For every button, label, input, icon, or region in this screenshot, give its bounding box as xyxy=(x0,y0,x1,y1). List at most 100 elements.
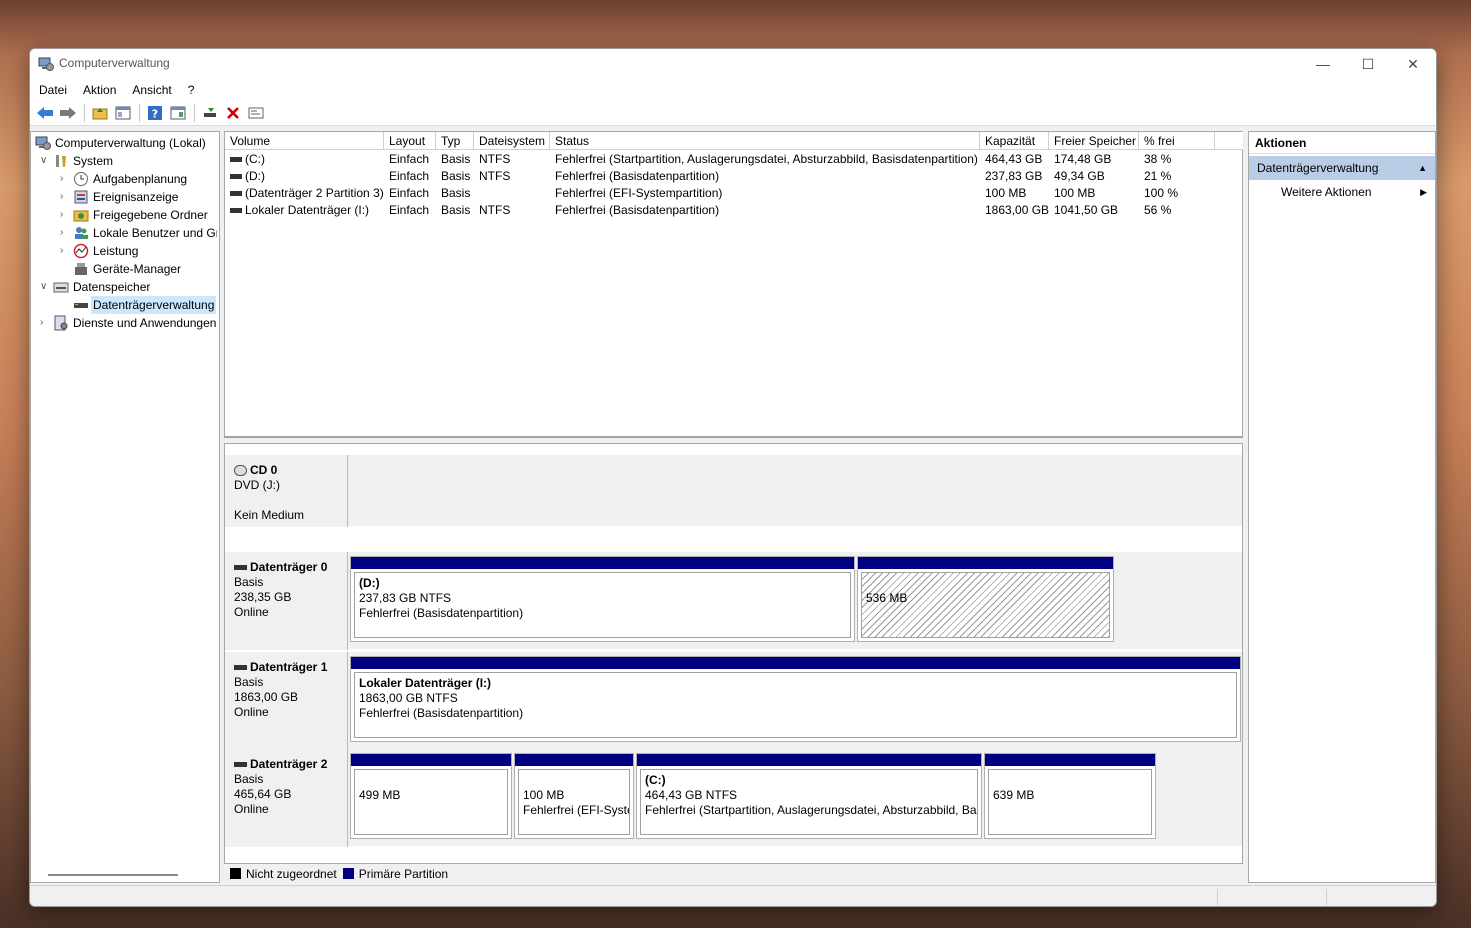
delete-icon[interactable] xyxy=(222,103,244,123)
volume-row-0-cell-5[interactable]: 464,43 GB xyxy=(985,151,1049,168)
volume-row-3-cell-0[interactable]: Lokaler Datenträger (I:) xyxy=(245,202,384,219)
column-header-5[interactable]: Kapazität xyxy=(980,132,1049,150)
volume-row-1-cell-2[interactable]: Basis xyxy=(441,168,474,185)
legend-unallocated-label: Nicht zugeordnet xyxy=(246,866,337,881)
volume-row-3-cell-5[interactable]: 1863,00 GB xyxy=(985,202,1049,219)
partition-3-1[interactable]: 100 MBFehlerfrei (EFI-Systempartition) xyxy=(514,753,634,839)
disk-label-3[interactable]: Datenträger 2 Basis 465,64 GB Online xyxy=(225,749,348,847)
tree-twisty-chevron-down-icon[interactable]: ∨ xyxy=(40,153,50,169)
partition-3-0[interactable]: 499 MB xyxy=(350,753,512,839)
volume-row-0-cell-0[interactable]: (C:) xyxy=(245,151,384,168)
column-header-1[interactable]: Layout xyxy=(384,132,436,150)
collapse-up-icon[interactable]: ▲ xyxy=(1418,156,1427,180)
tree-item-aufgabenplanung[interactable]: Aufgabenplanung xyxy=(91,170,189,188)
volume-row-3-cell-2[interactable]: Basis xyxy=(441,202,474,219)
partition-1-1[interactable]: 536 MB xyxy=(857,556,1114,642)
volume-row-0-cell-4[interactable]: Fehlerfrei (Startpartition, Auslagerungs… xyxy=(555,151,980,168)
tree-twisty-chevron-right-icon[interactable]: › xyxy=(60,207,70,223)
disk-graphical-view: CD 0 DVD (J:) Kein Medium Datenträger 0 Basi… xyxy=(224,443,1243,883)
volume-row-3-cell-4[interactable]: Fehlerfrei (Basisdatenpartition) xyxy=(555,202,980,219)
volume-row-2-cell-7[interactable]: 100 % xyxy=(1144,185,1215,202)
column-header-filler xyxy=(1215,132,1243,150)
tree-item-datenträgerverwaltung[interactable]: Datenträgerverwaltung xyxy=(91,296,217,314)
tree-item-ereignisanzeige[interactable]: Ereignisanzeige xyxy=(91,188,180,206)
partition-1-0[interactable]: (D:) 237,83 GB NTFS Fehlerfrei (Basisdaten… xyxy=(350,556,855,642)
tree-twisty-chevron-right-icon[interactable]: › xyxy=(60,243,70,259)
volume-row-1-cell-1[interactable]: Einfach xyxy=(389,168,436,185)
volume-row-2-cell-5[interactable]: 100 MB xyxy=(985,185,1049,202)
tree-item-freigegebene-ordner[interactable]: Freigegebene Ordner xyxy=(91,206,210,224)
menu-datei[interactable]: Datei xyxy=(39,83,67,97)
volume-row-0-cell-7[interactable]: 38 % xyxy=(1144,151,1215,168)
title-bar[interactable]: Computerverwaltung — ☐ ✕ xyxy=(30,49,1436,79)
tree-item-dienste-und-anwendungen[interactable]: Dienste und Anwendungen xyxy=(71,314,217,332)
partition-3-2[interactable]: (C:) 464,43 GB NTFS Fehlerfrei (Startparti… xyxy=(636,753,982,839)
menu-ansicht[interactable]: Ansicht xyxy=(132,83,171,97)
volume-row-0-cell-6[interactable]: 174,48 GB xyxy=(1054,151,1139,168)
volume-row-2-cell-0[interactable]: (Datenträger 2 Partition 3) xyxy=(245,185,384,202)
volume-row-3-cell-6[interactable]: 1041,50 GB xyxy=(1054,202,1139,219)
partition-size: 464,43 GB NTFS xyxy=(645,788,738,802)
column-header-0[interactable]: Volume xyxy=(225,132,384,150)
disk-label-1[interactable]: Datenträger 0 Basis 238,35 GB Online xyxy=(225,552,348,650)
menu-aktion[interactable]: Aktion xyxy=(83,83,116,97)
volume-row-3-cell-3[interactable]: NTFS xyxy=(479,202,550,219)
partition-status: Fehlerfrei (EFI-Systempartition) xyxy=(523,803,630,817)
column-header-3[interactable]: Dateisystem xyxy=(474,132,550,150)
volume-row-2-cell-1[interactable]: Einfach xyxy=(389,185,436,202)
volume-row-2-cell-2[interactable]: Basis xyxy=(441,185,474,202)
tree-twisty-chevron-down-icon[interactable]: ∨ xyxy=(40,279,50,295)
volume-row-1-cell-7[interactable]: 21 % xyxy=(1144,168,1215,185)
volume-row-0-cell-1[interactable]: Einfach xyxy=(389,151,436,168)
minimize-button[interactable]: — xyxy=(1300,49,1346,79)
tree-item-lokale-benutzer-und-gru[interactable]: Lokale Benutzer und Gru xyxy=(91,224,217,242)
tree-twisty-chevron-right-icon[interactable]: › xyxy=(60,171,70,187)
tree-item-geräte-manager[interactable]: Geräte-Manager xyxy=(91,260,183,278)
column-header-7[interactable]: % frei xyxy=(1139,132,1215,150)
volume-row-2-cell-4[interactable]: Fehlerfrei (EFI-Systempartition) xyxy=(555,185,980,202)
tree-item-system[interactable]: System xyxy=(71,152,115,170)
close-button[interactable]: ✕ xyxy=(1390,49,1436,79)
actions-pane: Aktionen Datenträgerverwaltung ▲ Weitere… xyxy=(1248,131,1436,883)
tree-item-datenspeicher[interactable]: Datenspeicher xyxy=(71,278,152,296)
back-arrow-icon[interactable] xyxy=(34,103,56,123)
volume-row-1-cell-4[interactable]: Fehlerfrei (Basisdatenpartition) xyxy=(555,168,980,185)
properties-icon[interactable] xyxy=(245,103,267,123)
partition-body: 499 MB xyxy=(354,769,508,835)
column-header-6[interactable]: Freier Speicher xyxy=(1049,132,1139,150)
volume-row-2-cell-3[interactable] xyxy=(479,185,550,202)
tree-twisty-chevron-right-icon[interactable]: › xyxy=(60,225,70,241)
tree-item-leistung[interactable]: Leistung xyxy=(91,242,140,260)
volume-row-3-cell-1[interactable]: Einfach xyxy=(389,202,436,219)
tree-twisty-chevron-right-icon[interactable]: › xyxy=(40,315,50,331)
volume-row-3-cell-7[interactable]: 56 % xyxy=(1144,202,1215,219)
partition-2-0[interactable]: Lokaler Datenträger (I:) 1863,00 GB NTFS F… xyxy=(350,656,1241,742)
show-hide-tree-icon[interactable] xyxy=(112,103,134,123)
tree-scrollbar[interactable] xyxy=(48,874,178,876)
actions-section-disk-management[interactable]: Datenträgerverwaltung ▲ xyxy=(1249,156,1435,180)
volume-row-1-cell-0[interactable]: (D:) xyxy=(245,168,384,185)
more-actions-item[interactable]: Weitere Aktionen ▶ xyxy=(1249,182,1435,202)
volume-row-1-cell-5[interactable]: 237,83 GB xyxy=(985,168,1049,185)
folder-up-icon[interactable] xyxy=(89,103,111,123)
connect-icon[interactable] xyxy=(199,103,221,123)
volume-row-0-cell-3[interactable]: NTFS xyxy=(479,151,550,168)
maximize-button[interactable]: ☐ xyxy=(1345,49,1391,79)
column-header-2[interactable]: Typ xyxy=(436,132,474,150)
volume-row-1-cell-3[interactable]: NTFS xyxy=(479,168,550,185)
tree-item-computerverwaltung-lokal[interactable]: Computerverwaltung (Lokal) xyxy=(53,134,208,152)
menu-help[interactable]: ? xyxy=(188,83,195,97)
partition-3-3[interactable]: 639 MB xyxy=(984,753,1156,839)
help-icon[interactable]: ? xyxy=(144,103,166,123)
disk-name-line: Datenträger 2 xyxy=(234,757,347,772)
volume-row-0-cell-2[interactable]: Basis xyxy=(441,151,474,168)
column-header-4[interactable]: Status xyxy=(550,132,980,150)
volume-row-2-cell-6[interactable]: 100 MB xyxy=(1054,185,1139,202)
forward-arrow-icon[interactable] xyxy=(57,103,79,123)
disk-label-0[interactable]: CD 0 DVD (J:) Kein Medium xyxy=(225,455,348,527)
partition-body: (D:) 237,83 GB NTFS Fehlerfrei (Basisdaten… xyxy=(354,572,851,638)
tree-twisty-chevron-right-icon[interactable]: › xyxy=(60,189,70,205)
disk-label-2[interactable]: Datenträger 1 Basis 1863,00 GB Online xyxy=(225,652,348,750)
action-pane-icon[interactable] xyxy=(167,103,189,123)
volume-row-1-cell-6[interactable]: 49,34 GB xyxy=(1054,168,1139,185)
